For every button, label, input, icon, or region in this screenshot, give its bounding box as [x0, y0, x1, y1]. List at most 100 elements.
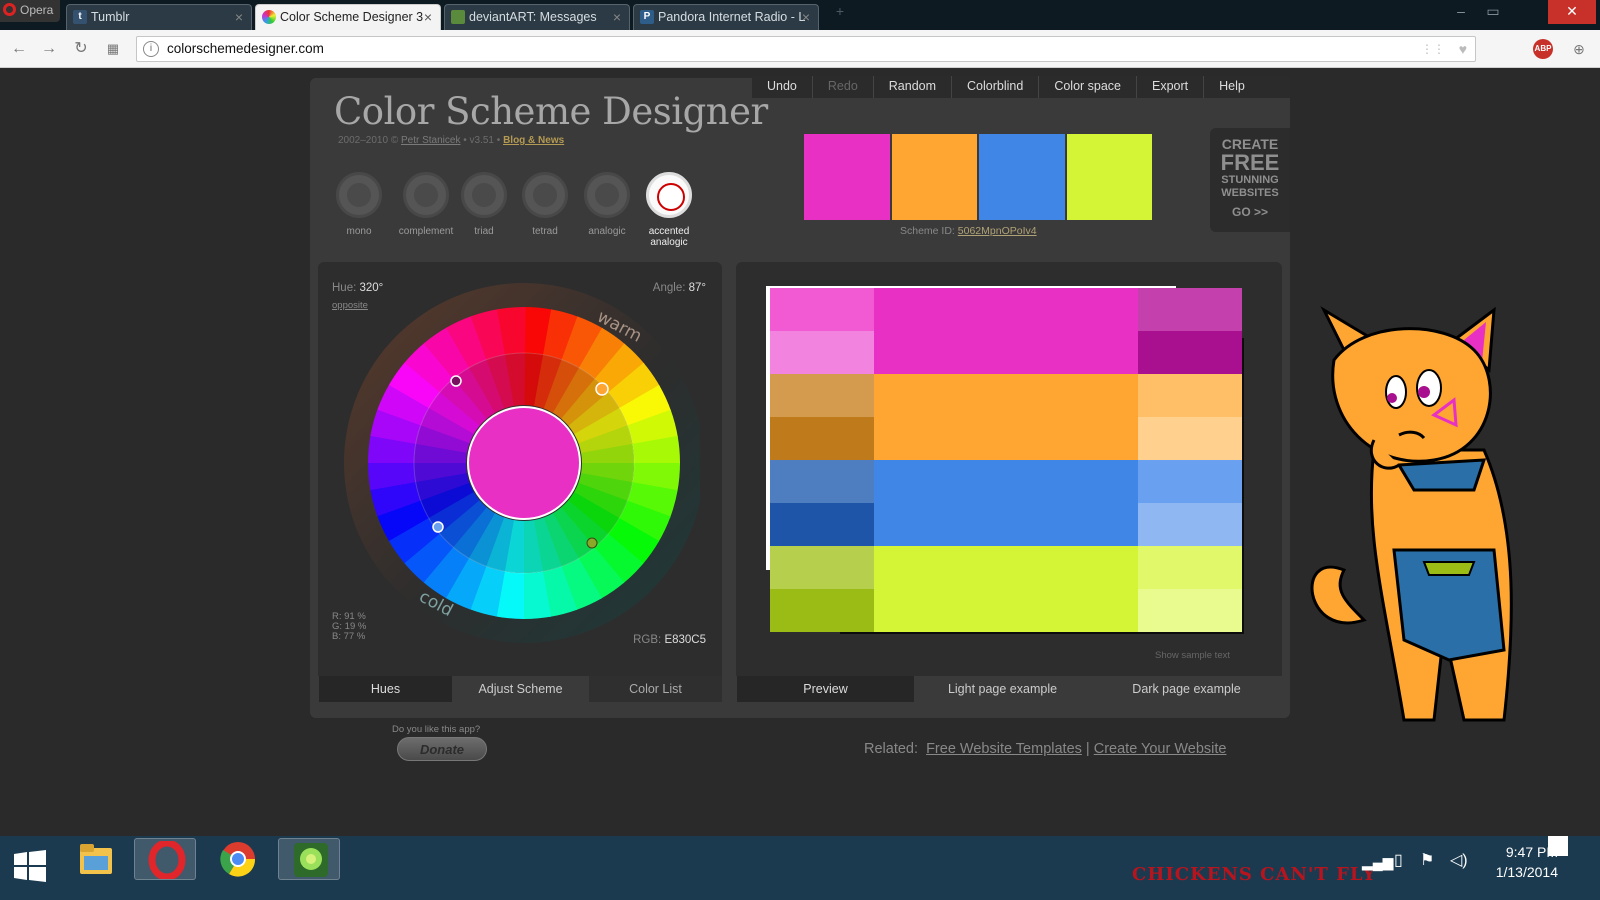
close-window-button[interactable]: ✕ [1548, 0, 1596, 24]
forward-icon[interactable]: → [38, 38, 60, 60]
scheme-complement-button[interactable]: complement [390, 172, 462, 237]
scheme-mono-button[interactable]: mono [328, 172, 390, 237]
new-tab-icon[interactable]: + [830, 0, 850, 24]
scheme-id-link[interactable]: 5062MpnOPoIv4 [958, 225, 1037, 237]
menu-redo[interactable]: Redo [813, 76, 874, 98]
adblock-icon[interactable]: ABP [1533, 39, 1553, 59]
close-tab-icon[interactable]: × [235, 5, 243, 29]
hue-handle-primary[interactable] [450, 375, 462, 387]
preview-tint-1[interactable] [1138, 460, 1242, 503]
tab-preview[interactable]: Preview [736, 676, 914, 702]
menu-colorblind[interactable]: Colorblind [952, 76, 1040, 98]
preview-tint-2[interactable] [1138, 331, 1242, 374]
preview-shade-light[interactable] [770, 288, 874, 331]
tab-light-page-example[interactable]: Light page example [914, 676, 1090, 702]
orange-fox-character [1310, 306, 1513, 722]
chrome-taskbar-button[interactable] [206, 838, 268, 880]
tab-adjust-scheme[interactable]: Adjust Scheme [452, 676, 588, 702]
hue-handle-lime[interactable] [586, 537, 598, 549]
reload-icon[interactable]: ↻ [70, 38, 92, 60]
preview-tint-2[interactable] [1138, 589, 1242, 632]
menu-undo[interactable]: Undo [752, 76, 813, 98]
battery-icon[interactable]: ▯ [1394, 850, 1403, 870]
menu-color-space[interactable]: Color space [1039, 76, 1138, 98]
ad-line: WEBSITES [1221, 187, 1279, 199]
preview-shade-light[interactable] [770, 374, 874, 417]
tab-dark-page-example[interactable]: Dark page example [1090, 676, 1282, 702]
opposite-link[interactable]: opposite [332, 300, 368, 311]
scheme-accented-analogic-button[interactable]: accented analogic [638, 172, 700, 248]
preview-tint-2[interactable] [1138, 503, 1242, 546]
preview-base-color[interactable] [874, 546, 1138, 632]
menu-random[interactable]: Random [874, 76, 953, 98]
blog-news-link[interactable]: Blog & News [503, 135, 564, 146]
donate-button[interactable]: Donate [397, 737, 487, 761]
related-links: Related: Free Website Templates | Create… [864, 741, 1226, 757]
tab-deviantart[interactable]: deviantART: Messages × [444, 4, 630, 30]
volume-icon[interactable]: ◁) [1450, 850, 1468, 870]
hue-handle-orange[interactable] [595, 382, 609, 396]
preview-base-color[interactable] [874, 374, 1138, 460]
download-icon[interactable]: ⊕ [1568, 38, 1590, 60]
ad-go-link[interactable]: GO >> [1210, 205, 1290, 219]
hue-handle-blue[interactable] [432, 521, 444, 533]
tab-hues[interactable]: Hues [318, 676, 452, 702]
create-your-website-link[interactable]: Create Your Website [1094, 741, 1227, 757]
heart-icon[interactable]: ♥ [1459, 37, 1467, 61]
scheme-label: triad [474, 226, 494, 237]
free-website-templates-link[interactable]: Free Website Templates [926, 741, 1082, 757]
palette-swatch-magenta[interactable] [804, 134, 890, 220]
preview-shade-dark[interactable] [770, 331, 874, 374]
menu-help[interactable]: Help [1204, 76, 1260, 98]
preview-base-color[interactable] [874, 460, 1138, 546]
close-tab-icon[interactable]: × [613, 5, 621, 29]
speed-dial-icon[interactable]: ▦ [102, 38, 124, 60]
menu-export[interactable]: Export [1137, 76, 1205, 98]
tab-tumblr[interactable]: t Tumblr × [66, 4, 252, 30]
tumblr-favicon-icon: t [73, 10, 87, 24]
file-explorer-taskbar-button[interactable] [64, 838, 126, 880]
opera-taskbar-button[interactable] [134, 838, 196, 880]
show-sample-text-link[interactable]: Show sample text [1155, 650, 1230, 661]
scheme-triad-button[interactable]: triad [453, 172, 515, 237]
grid-view-icon[interactable]: ⋮⋮ [1421, 37, 1445, 61]
preview-shade-dark[interactable] [770, 417, 874, 460]
address-input[interactable]: i colorschemedesigner.com ⋮⋮ ♥ [136, 36, 1476, 62]
author-link[interactable]: Petr Stanicek [401, 135, 460, 146]
scheme-analogic-button[interactable]: analogic [576, 172, 638, 237]
tab-pandora[interactable]: P Pandora Internet Radio - L × [633, 4, 819, 30]
tab-color-scheme-designer[interactable]: Color Scheme Designer 3 × [255, 4, 441, 30]
show-desktop-button[interactable] [1548, 836, 1568, 856]
preview-tint-1[interactable] [1138, 288, 1242, 331]
action-center-flag-icon[interactable]: ⚑ [1420, 850, 1434, 870]
preview-tint-1[interactable] [1138, 546, 1242, 589]
back-icon[interactable]: ← [8, 38, 30, 60]
palette-swatch-blue[interactable] [979, 134, 1065, 220]
copyright-years: 2002–2010 © [338, 135, 399, 146]
chrome-logo-icon [220, 842, 256, 877]
mono-wheel-icon [336, 172, 382, 218]
preview-shade-dark[interactable] [770, 589, 874, 632]
opera-logo-icon [148, 841, 186, 879]
palette-swatch-orange[interactable] [891, 134, 977, 220]
palette-swatch-lime[interactable] [1066, 134, 1152, 220]
site-info-icon[interactable]: i [143, 41, 159, 57]
preview-base-color[interactable] [874, 288, 1138, 374]
game-taskbar-button[interactable] [278, 838, 340, 880]
close-tab-icon[interactable]: × [424, 5, 432, 29]
preview-shade-light[interactable] [770, 546, 874, 589]
create-website-ad[interactable]: CREATE FREE STUNNING WEBSITES GO >> [1210, 128, 1290, 232]
opera-menu-button[interactable]: Opera [0, 0, 60, 22]
preview-tint-2[interactable] [1138, 417, 1242, 460]
maximize-window-icon[interactable]: ▭ [1478, 0, 1508, 24]
preview-shade-dark[interactable] [770, 503, 874, 546]
close-tab-icon[interactable]: × [802, 5, 810, 29]
windows-start-icon[interactable] [14, 850, 46, 882]
color-wheel[interactable]: warm cold [340, 282, 700, 652]
preview-shade-light[interactable] [770, 460, 874, 503]
scheme-tetrad-button[interactable]: tetrad [514, 172, 576, 237]
signal-icon[interactable]: ▂▄▆ [1362, 854, 1393, 871]
preview-tint-1[interactable] [1138, 374, 1242, 417]
minimize-window-icon[interactable]: – [1446, 0, 1476, 24]
tab-color-list[interactable]: Color List [588, 676, 722, 702]
